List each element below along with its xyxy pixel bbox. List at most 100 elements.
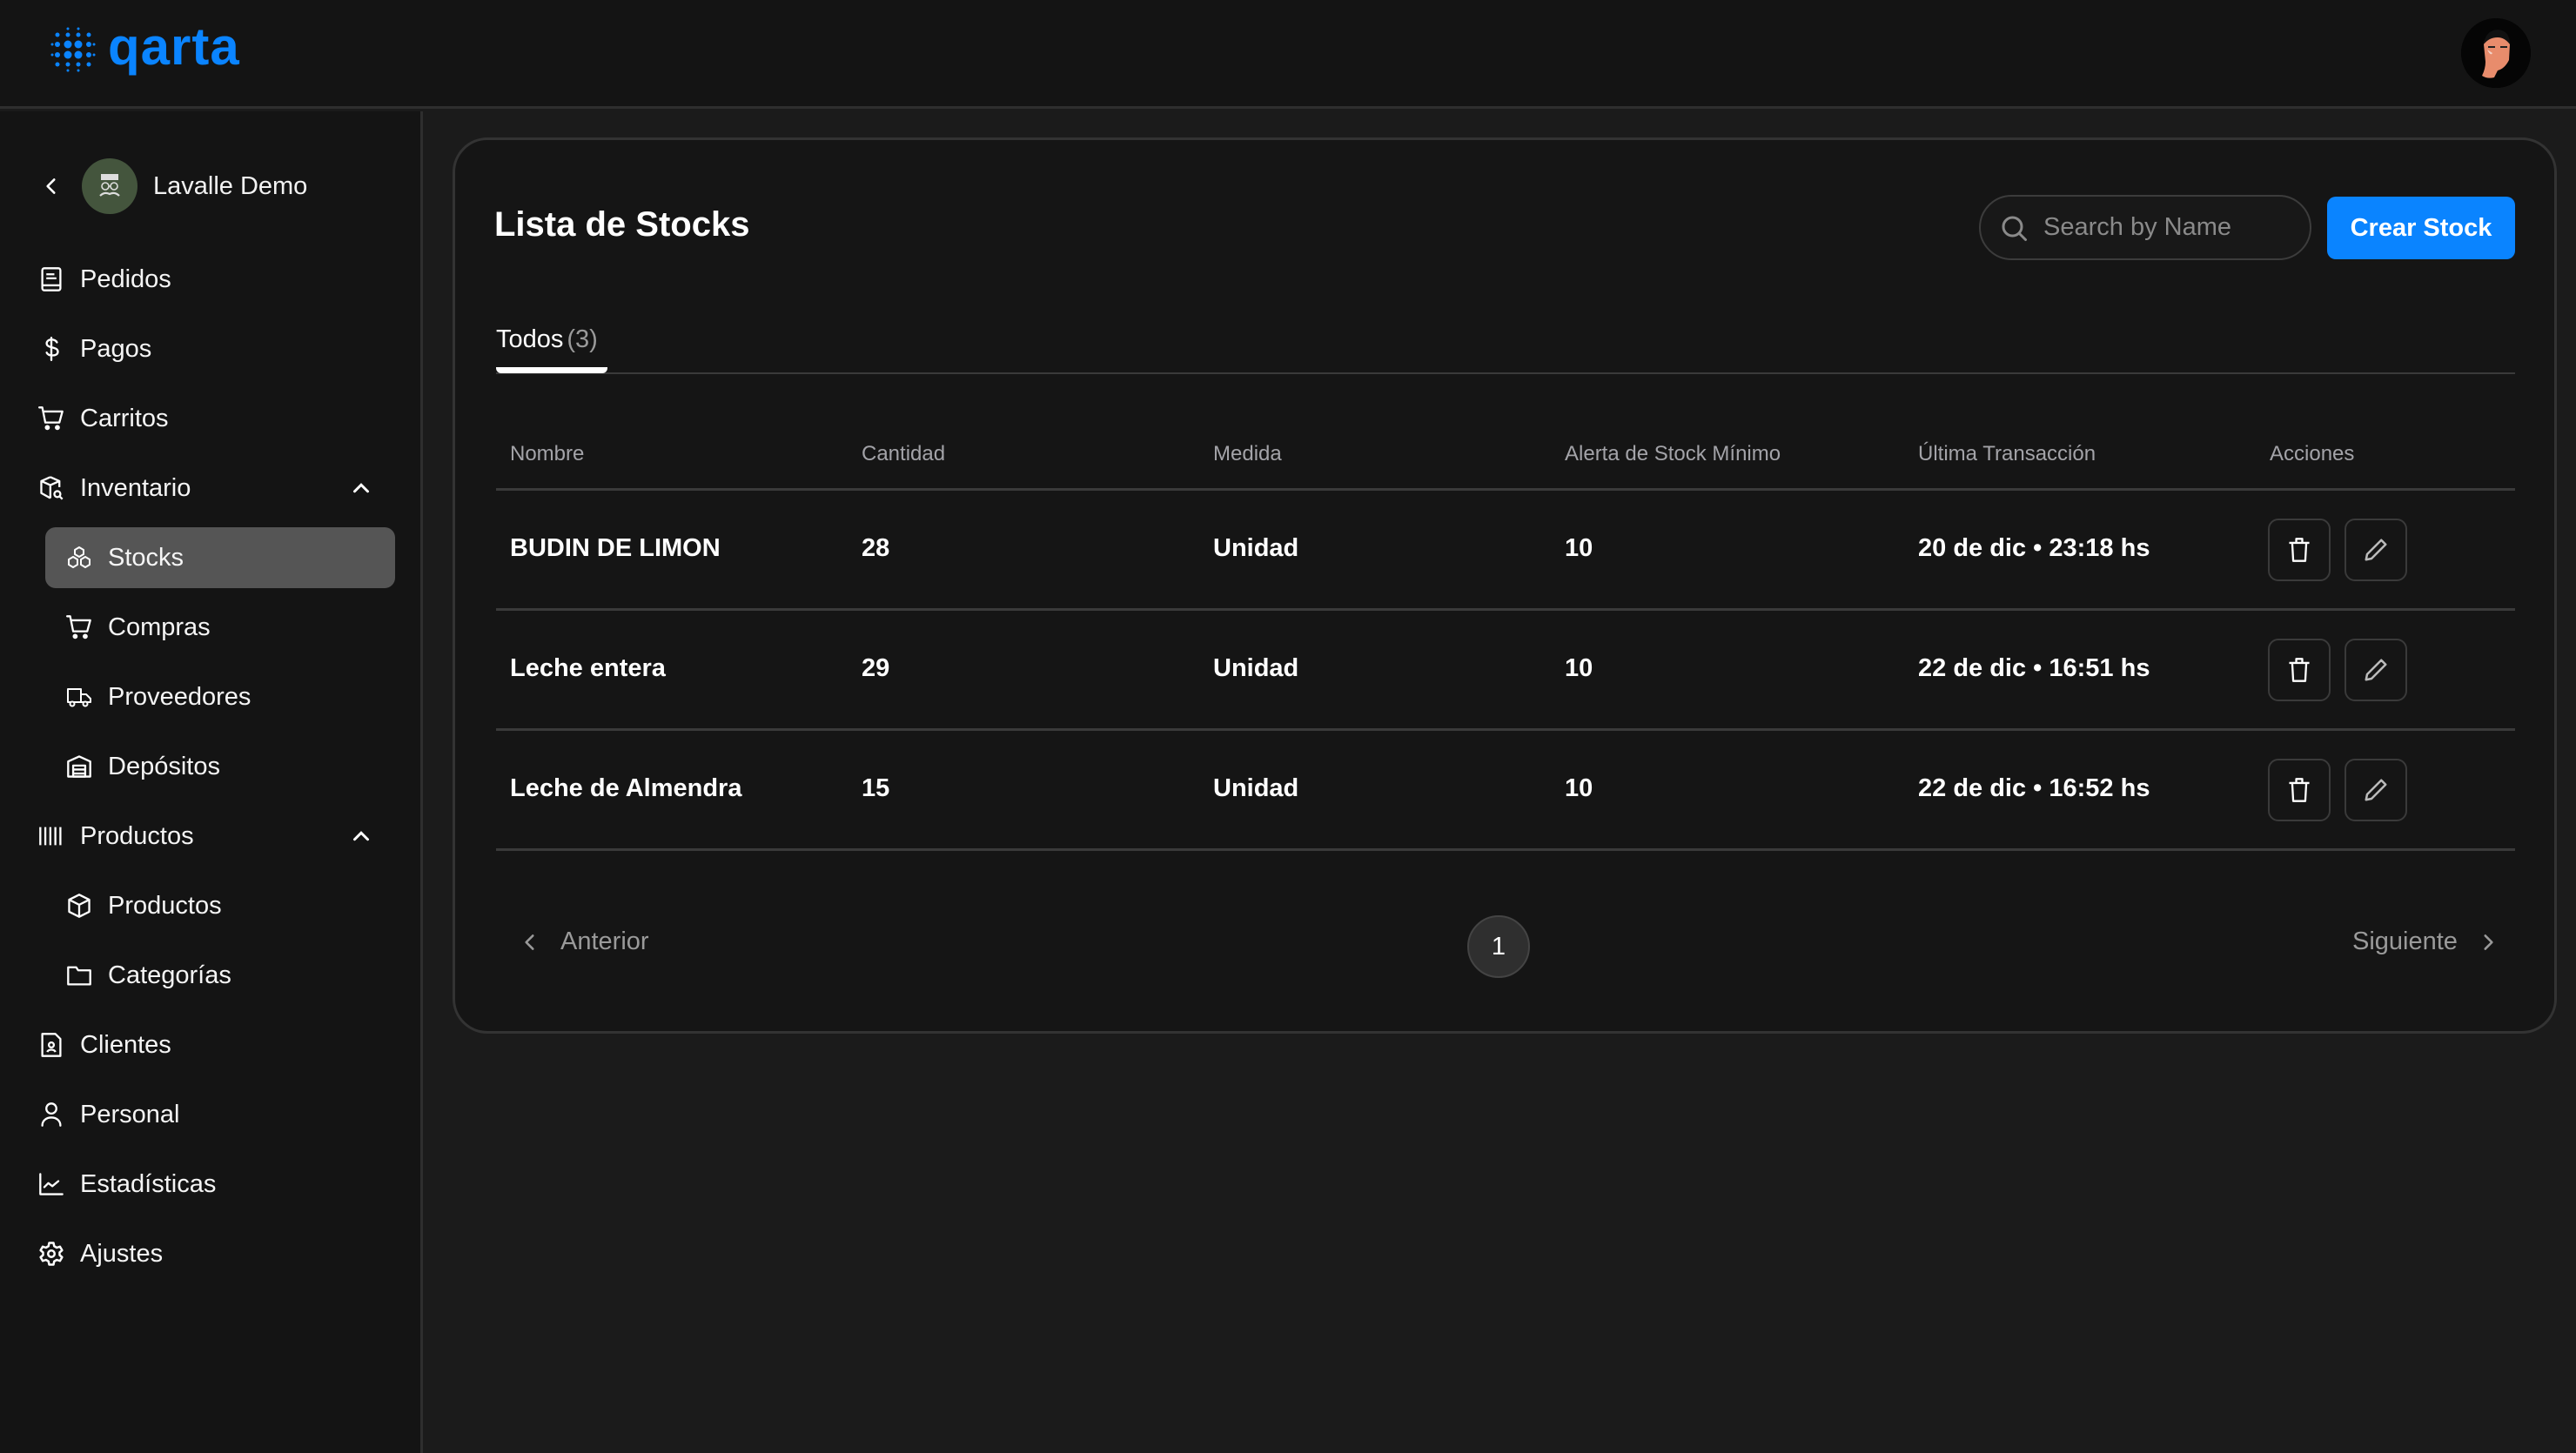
sidebar-item-label: Pagos	[80, 334, 152, 363]
table-row[interactable]: BUDIN DE LIMON 28 Unidad 10 20 de dic • …	[496, 491, 2515, 611]
tab-label: Todos	[496, 325, 564, 353]
page-title: Lista de Stocks	[494, 205, 750, 244]
table-row[interactable]: Leche entera 29 Unidad 10 22 de dic • 16…	[496, 611, 2515, 731]
sidebar-group-inventario[interactable]: Inventario	[38, 458, 386, 519]
chevron-up-icon[interactable]	[348, 475, 374, 501]
chevron-left-icon	[525, 934, 534, 950]
table-header: Nombre Cantidad Medida Alerta de Stock M…	[496, 426, 2515, 491]
sidebar-item-personal[interactable]: Personal	[38, 1084, 386, 1145]
cell-medida: Unidad	[1213, 774, 1299, 802]
cell-alerta: 10	[1565, 774, 1593, 802]
logo-text: qarta	[108, 17, 240, 76]
cube-icon	[66, 893, 92, 919]
pencil-icon	[2365, 779, 2387, 801]
cell-alerta: 10	[1565, 534, 1593, 562]
column-header[interactable]: Nombre	[510, 442, 584, 466]
tab-count: (3)	[567, 325, 598, 353]
logo-dots-icon	[50, 27, 96, 72]
delete-button[interactable]	[2268, 639, 2331, 701]
cell-cantidad: 29	[862, 654, 890, 682]
cell-ultima-transaccion: 22 de dic • 16:52 hs	[1918, 774, 2150, 802]
sidebar-item-label: Compras	[108, 613, 211, 641]
column-header[interactable]: Alerta de Stock Mínimo	[1565, 442, 1781, 466]
delete-button[interactable]	[2268, 519, 2331, 581]
edit-button[interactable]	[2345, 519, 2407, 581]
sidebar-item-depositos[interactable]: Depósitos	[45, 736, 395, 797]
sidebar-item-label: Proveedores	[108, 682, 252, 711]
package-search-icon	[38, 475, 64, 501]
column-header[interactable]: Medida	[1213, 442, 1282, 466]
column-header[interactable]: Cantidad	[862, 442, 945, 466]
receipt-icon	[38, 266, 64, 292]
pagination-page-current[interactable]: 1	[1467, 915, 1530, 978]
sidebar-item-label: Productos	[108, 891, 222, 920]
cell-nombre: Leche entera	[510, 654, 666, 682]
tab-todos[interactable]: Todos (3)	[496, 325, 607, 374]
cart-icon	[38, 405, 64, 432]
sidebar-item-label: Carritos	[80, 404, 169, 432]
trash-icon	[2289, 658, 2310, 682]
search-field[interactable]	[1979, 195, 2311, 260]
cell-nombre: Leche de Almendra	[510, 774, 742, 802]
sidebar-item-label: Depósitos	[108, 752, 220, 780]
barcode-icon	[38, 823, 64, 849]
pencil-icon	[2365, 659, 2387, 681]
active-tab-indicator	[496, 367, 607, 373]
contact-file-icon	[38, 1032, 64, 1058]
sidebar-item-clientes[interactable]: Clientes	[38, 1014, 386, 1075]
pagination-prev[interactable]: Anterior	[519, 927, 649, 956]
truck-icon	[66, 684, 92, 710]
sidebar-item-label: Pedidos	[80, 264, 171, 293]
cell-alerta: 10	[1565, 654, 1593, 682]
chevron-up-icon[interactable]	[348, 823, 374, 849]
org-switcher[interactable]: Lavalle Demo	[40, 158, 307, 214]
sidebar-item-compras[interactable]: Compras	[45, 597, 395, 658]
cell-medida: Unidad	[1213, 534, 1299, 562]
sidebar-item-label: Personal	[80, 1100, 180, 1128]
sidebar-item-label: Inventario	[80, 473, 191, 502]
logo[interactable]: qarta	[50, 21, 240, 73]
pagination-next-label: Siguiente	[2352, 927, 2458, 955]
boxes-icon	[66, 545, 92, 571]
sidebar-item-stocks[interactable]: Stocks	[45, 527, 395, 588]
sidebar-item-pagos[interactable]: Pagos	[38, 318, 386, 379]
sidebar-item-estadisticas[interactable]: Estadísticas	[38, 1154, 386, 1215]
user-avatar[interactable]	[2461, 18, 2531, 88]
user-icon	[38, 1101, 64, 1128]
top-header: qarta	[0, 0, 2576, 109]
delete-button[interactable]	[2268, 759, 2331, 821]
org-avatar	[82, 158, 138, 214]
sidebar-item-categorias[interactable]: Categorías	[45, 945, 395, 1006]
sidebar-item-proveedores[interactable]: Proveedores	[45, 666, 395, 727]
warehouse-icon	[66, 753, 92, 780]
folder-icon	[66, 962, 92, 988]
cell-ultima-transaccion: 22 de dic • 16:51 hs	[1918, 654, 2150, 682]
sidebar-item-label: Ajustes	[80, 1239, 164, 1268]
pencil-icon	[2365, 539, 2387, 561]
column-header[interactable]: Última Transacción	[1918, 442, 2096, 466]
sidebar-group-productos[interactable]: Productos	[38, 806, 386, 867]
user-photo-icon	[2461, 18, 2531, 88]
sidebar-item-productos[interactable]: Productos	[45, 875, 395, 936]
trash-icon	[2289, 778, 2310, 802]
org-logo-icon	[99, 174, 120, 197]
sidebar-item-carritos[interactable]: Carritos	[38, 388, 386, 449]
edit-button[interactable]	[2345, 759, 2407, 821]
cell-medida: Unidad	[1213, 654, 1299, 682]
pagination-prev-label: Anterior	[560, 927, 649, 955]
sidebar-item-label: Categorías	[108, 961, 231, 989]
dollar-icon	[38, 336, 64, 362]
sidebar-item-pedidos[interactable]: Pedidos	[38, 249, 386, 310]
cell-cantidad: 15	[862, 774, 890, 802]
sidebar-item-ajustes[interactable]: Ajustes	[38, 1223, 386, 1284]
chevron-left-icon[interactable]	[40, 175, 63, 198]
sidebar-item-label: Estadísticas	[80, 1169, 217, 1198]
create-stock-button[interactable]: Crear Stock	[2327, 197, 2515, 259]
edit-button[interactable]	[2345, 639, 2407, 701]
table-row[interactable]: Leche de Almendra 15 Unidad 10 22 de dic…	[496, 731, 2515, 851]
search-input[interactable]	[2043, 213, 2296, 242]
chevron-right-icon	[2484, 934, 2493, 950]
cell-ultima-transaccion: 20 de dic • 23:18 hs	[1918, 534, 2150, 562]
pagination-next[interactable]: Siguiente	[2352, 927, 2499, 956]
cart-icon	[66, 614, 92, 640]
